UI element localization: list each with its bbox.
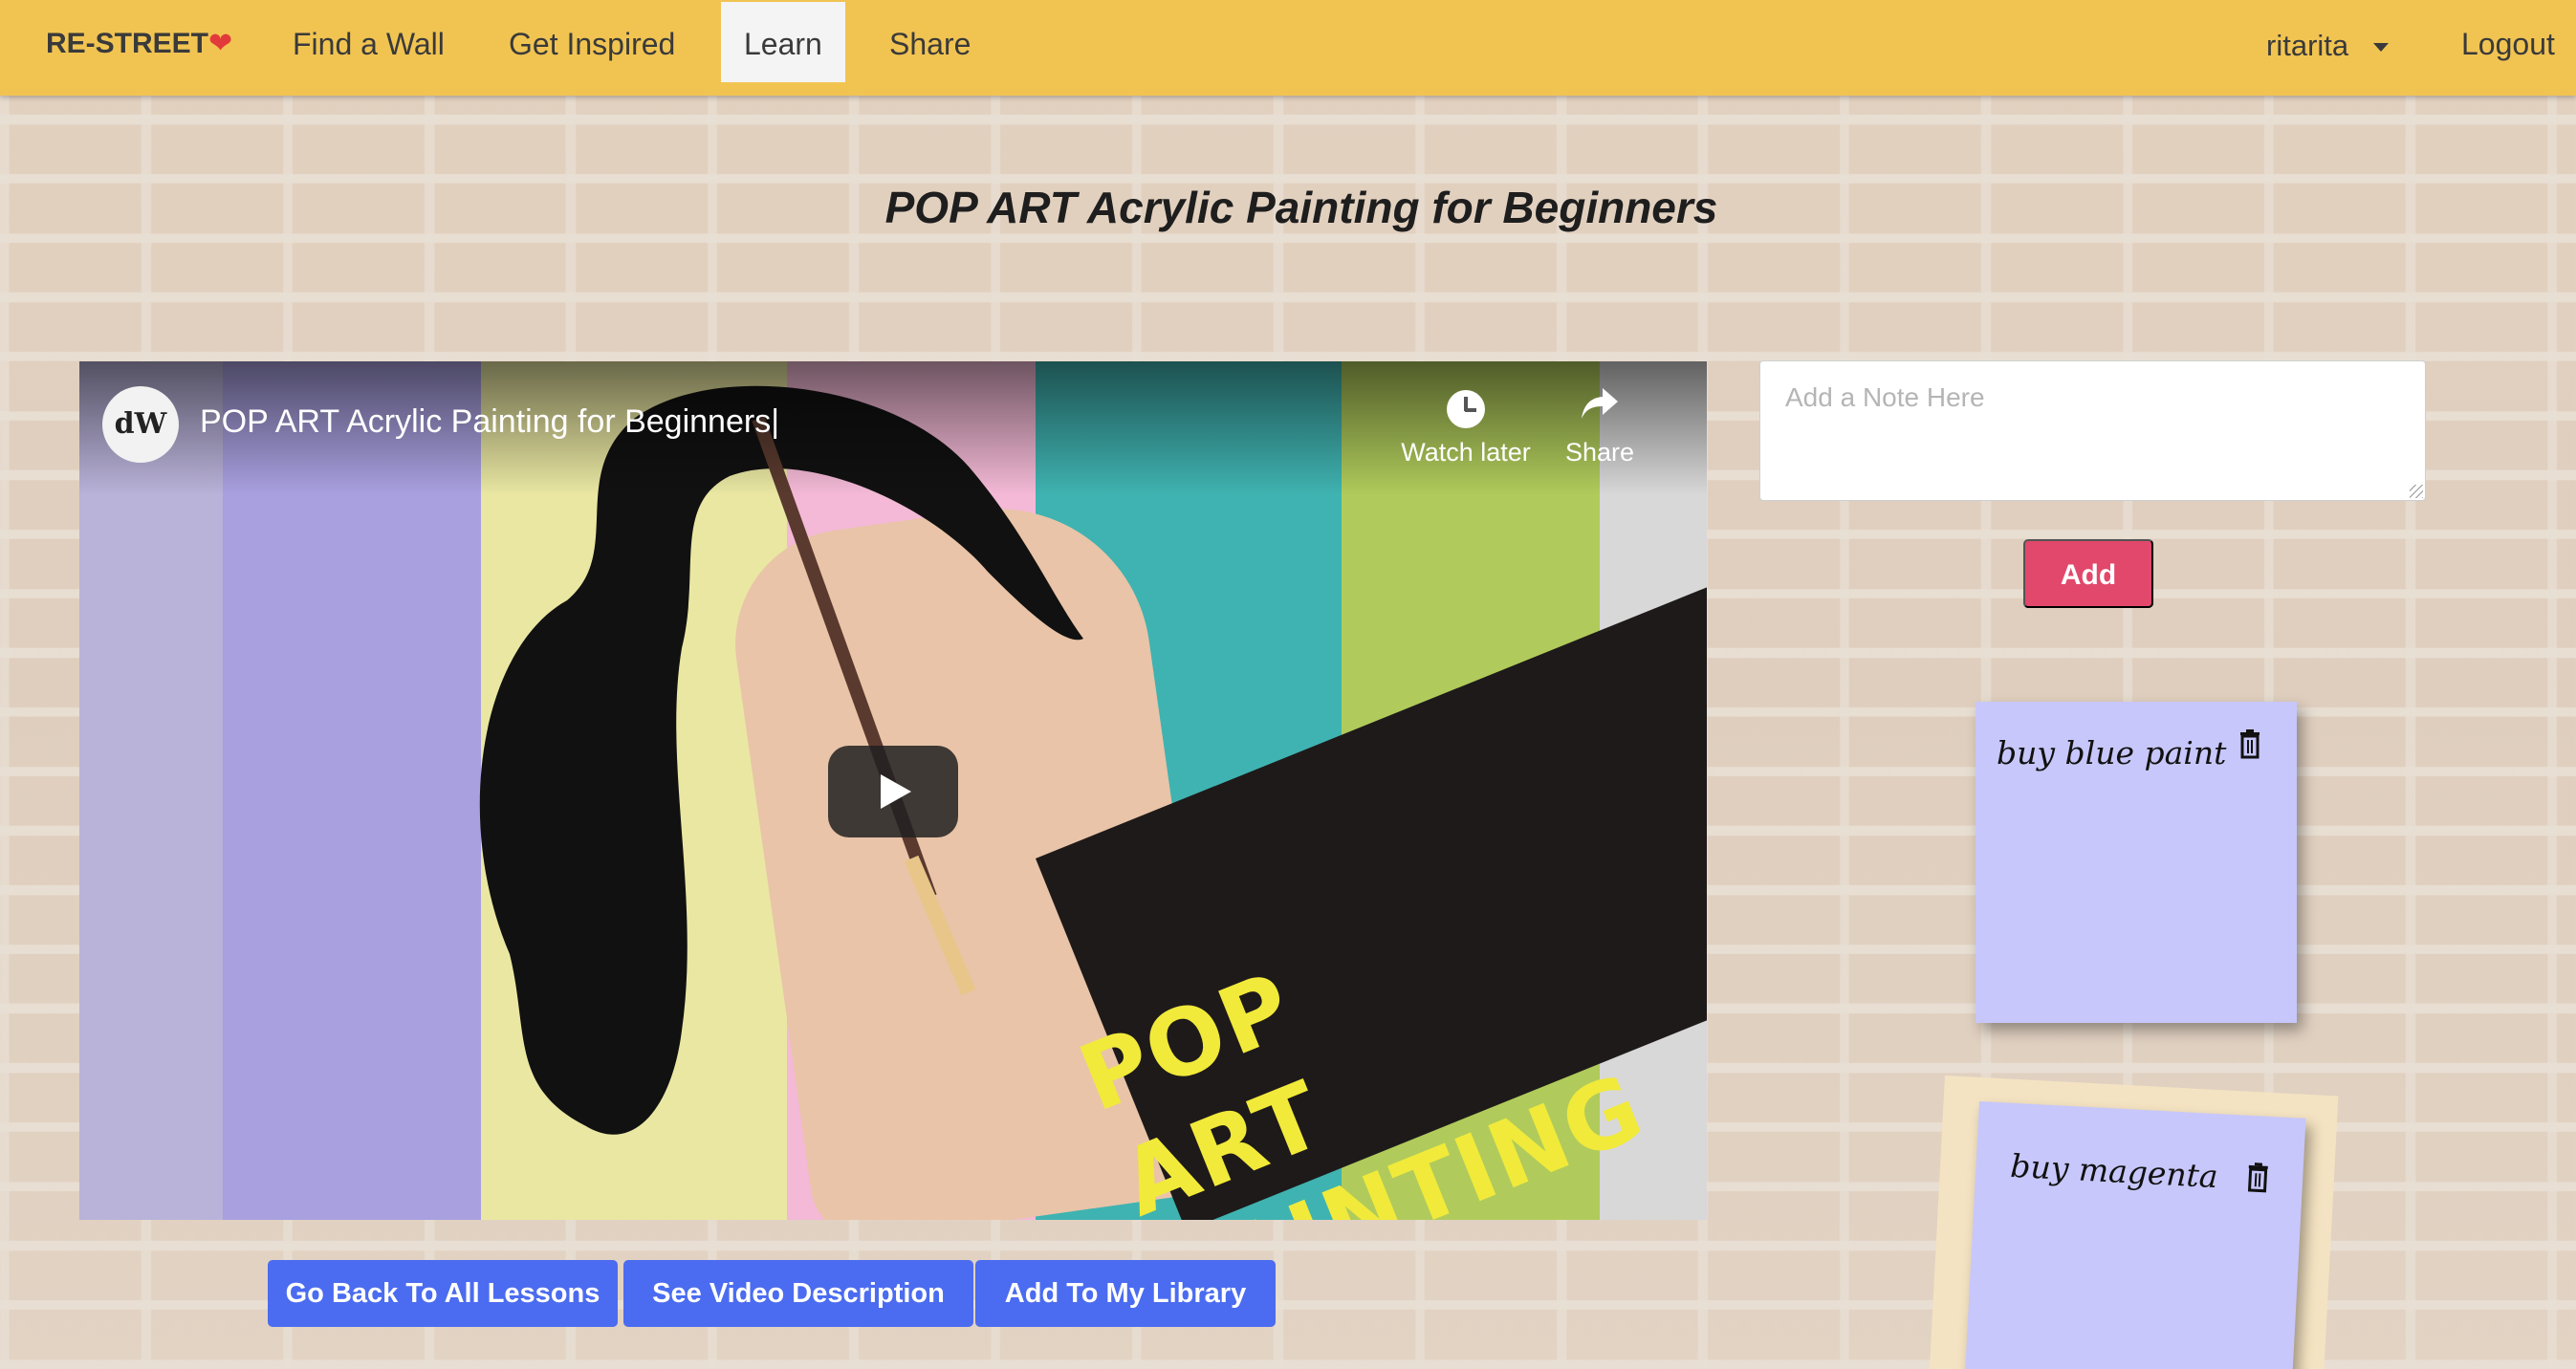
video-description-button[interactable]: See Video Description <box>623 1260 973 1327</box>
video-title[interactable]: POP ART Acrylic Painting for Beginners| <box>200 403 779 441</box>
nav-learn[interactable]: Learn <box>721 2 845 82</box>
sticky-note-text: buy blue paint <box>1997 734 2227 771</box>
heart-icon: ❤ <box>208 28 233 59</box>
share-video-label: Share <box>1564 438 1635 467</box>
sticky-note[interactable]: buy blue paint <box>1976 702 2297 1023</box>
brand-name: RE-STREET <box>46 28 209 59</box>
watch-later-label: Watch later <box>1401 438 1531 467</box>
nav-find-a-wall[interactable]: Find a Wall <box>270 0 468 84</box>
sticky-note[interactable]: buy magenta <box>1964 1101 2306 1369</box>
video-player[interactable]: POP ART PAINTING dW POP ART Acrylic Pain… <box>79 361 1707 1220</box>
channel-avatar[interactable]: dW <box>102 386 179 463</box>
clock-icon <box>1447 390 1485 428</box>
nav-share[interactable]: Share <box>866 0 993 84</box>
nav-get-inspired[interactable]: Get Inspired <box>486 0 698 84</box>
note-input[interactable] <box>1759 360 2426 501</box>
share-video-button[interactable]: Share <box>1523 382 1676 467</box>
add-to-library-button[interactable]: Add To My Library <box>975 1260 1276 1327</box>
logout-link[interactable]: Logout <box>2461 27 2555 62</box>
watch-later-button[interactable]: Watch later <box>1389 382 1542 467</box>
back-to-lessons-button[interactable]: Go Back To All Lessons <box>268 1260 618 1327</box>
user-dropdown[interactable]: ritarita <box>2266 29 2390 63</box>
resize-grip[interactable] <box>2410 485 2423 498</box>
trash-icon[interactable] <box>2238 728 2262 761</box>
share-arrow-icon <box>1523 382 1676 438</box>
add-note-button[interactable]: Add <box>2023 539 2153 608</box>
sticky-note-text: buy magenta <box>2009 1146 2219 1196</box>
chevron-down-icon <box>2373 43 2390 53</box>
play-icon[interactable] <box>828 746 958 837</box>
username: ritarita <box>2266 29 2349 62</box>
top-navbar: RE-STREET❤ Find a Wall Get Inspired Lear… <box>0 0 2576 96</box>
trash-icon[interactable] <box>2244 1162 2271 1195</box>
page-title: POP ART Acrylic Painting for Beginners <box>884 183 1718 232</box>
brand-logo[interactable]: RE-STREET❤ <box>46 27 232 60</box>
